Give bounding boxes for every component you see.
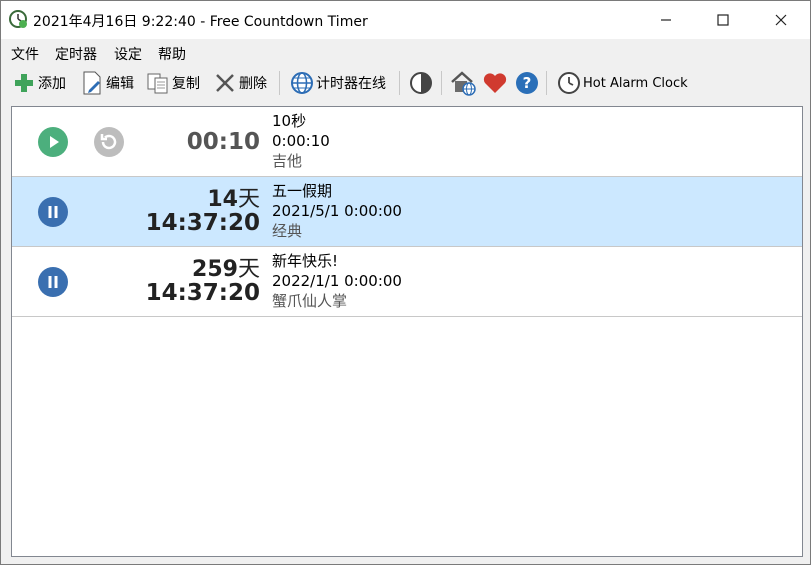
menu-bar: 文件 定时器 设定 帮助 <box>1 40 810 64</box>
toolbar-separator <box>279 71 280 95</box>
countdown-days-value: 259 <box>192 257 238 282</box>
edit-label: 编辑 <box>106 76 134 92</box>
toolbar-separator <box>546 71 547 95</box>
timer-online-button[interactable]: 计时器在线 <box>289 69 386 97</box>
delete-label: 删除 <box>239 76 267 92</box>
countdown-time: 00:10 <box>186 129 260 155</box>
countdown-days-unit: 天 <box>237 257 260 282</box>
home-globe-icon <box>450 70 476 96</box>
app-clock-icon <box>8 9 28 29</box>
timer-info: 10秒 0:00:10 吉他 <box>272 111 330 171</box>
help-button[interactable]: ? <box>514 69 540 97</box>
menu-file[interactable]: 文件 <box>11 44 39 64</box>
contrast-icon <box>408 70 434 96</box>
timer-target: 2021/5/1 0:00:00 <box>272 202 402 220</box>
add-button[interactable]: 添加 <box>11 69 66 97</box>
play-button[interactable] <box>38 127 68 157</box>
timer-list[interactable]: 00:10 10秒 0:00:10 吉他 14天 14:37:20 五一假期 2… <box>11 106 803 557</box>
timer-info: 新年快乐! 2022/1/1 0:00:00 蟹爪仙人掌 <box>272 251 402 311</box>
copy-label: 复制 <box>172 76 200 92</box>
copy-button[interactable]: 复制 <box>145 69 200 97</box>
countdown-days: 14天 <box>207 181 260 213</box>
timer-row[interactable]: 14天 14:37:20 五一假期 2021/5/1 0:00:00 经典 <box>12 177 802 247</box>
countdown-time: 14:37:20 <box>145 210 260 236</box>
timer-row[interactable]: 00:10 10秒 0:00:10 吉他 <box>12 107 802 177</box>
menu-settings[interactable]: 设定 <box>114 44 142 64</box>
timer-target: 0:00:10 <box>272 132 330 150</box>
svg-text:?: ? <box>523 74 532 92</box>
reset-icon <box>100 134 117 150</box>
add-label: 添加 <box>38 76 66 92</box>
help-icon: ? <box>514 70 540 96</box>
toolbar-separator <box>399 71 400 95</box>
toolbar-separator <box>441 71 442 95</box>
pause-icon <box>48 276 58 288</box>
timer-target: 2022/1/1 0:00:00 <box>272 272 402 290</box>
timer-name: 五一假期 <box>272 182 333 200</box>
globe-icon <box>289 70 315 96</box>
reset-button[interactable] <box>94 127 124 157</box>
edit-button[interactable]: 编辑 <box>79 69 134 97</box>
countdown-days-unit: 天 <box>237 187 260 212</box>
play-icon <box>50 136 59 148</box>
timer-sound: 吉他 <box>272 152 303 170</box>
timer-name: 10秒 <box>272 112 307 130</box>
timer-online-label: 计时器在线 <box>316 76 386 92</box>
app-window: 2021年4月16日 9:22:40 - Free Countdown Time… <box>0 0 811 565</box>
hot-alarm-clock-label: Hot Alarm Clock <box>583 75 688 91</box>
heart-icon <box>482 70 508 96</box>
copy-icon <box>145 70 171 96</box>
edit-document-icon <box>79 70 105 96</box>
alarm-clock-icon <box>556 70 582 96</box>
timer-info: 五一假期 2021/5/1 0:00:00 经典 <box>272 181 402 241</box>
hot-alarm-clock-button[interactable]: Hot Alarm Clock <box>556 69 688 97</box>
homepage-button[interactable] <box>450 69 476 97</box>
timer-row[interactable]: 259天 14:37:20 新年快乐! 2022/1/1 0:00:00 蟹爪仙… <box>12 247 802 317</box>
plus-icon <box>11 70 37 96</box>
timer-sound: 经典 <box>272 222 303 240</box>
delete-button[interactable]: 删除 <box>212 69 267 97</box>
countdown-days-value: 14 <box>207 187 238 212</box>
window-title: 2021年4月16日 9:22:40 - Free Countdown Time… <box>33 14 368 30</box>
pause-button[interactable] <box>38 197 68 227</box>
delete-x-icon <box>212 70 238 96</box>
theme-toggle-button[interactable] <box>408 69 434 97</box>
minimize-button[interactable] <box>637 1 695 39</box>
pause-icon <box>48 206 58 218</box>
countdown-days: 259天 <box>192 251 260 283</box>
donate-button[interactable] <box>482 69 508 97</box>
timer-sound: 蟹爪仙人掌 <box>272 292 348 310</box>
timer-name: 新年快乐! <box>272 252 339 270</box>
title-bar[interactable]: 2021年4月16日 9:22:40 - Free Countdown Time… <box>1 1 810 39</box>
maximize-button[interactable] <box>694 1 752 39</box>
toolbar: 添加 编辑 复制 删除 计时器在线 ? Hot Alarm Clock <box>1 65 810 101</box>
pause-button[interactable] <box>38 267 68 297</box>
menu-timer[interactable]: 定时器 <box>55 44 97 64</box>
countdown-time: 14:37:20 <box>145 280 260 306</box>
menu-help[interactable]: 帮助 <box>158 44 186 64</box>
close-button[interactable] <box>752 1 810 39</box>
